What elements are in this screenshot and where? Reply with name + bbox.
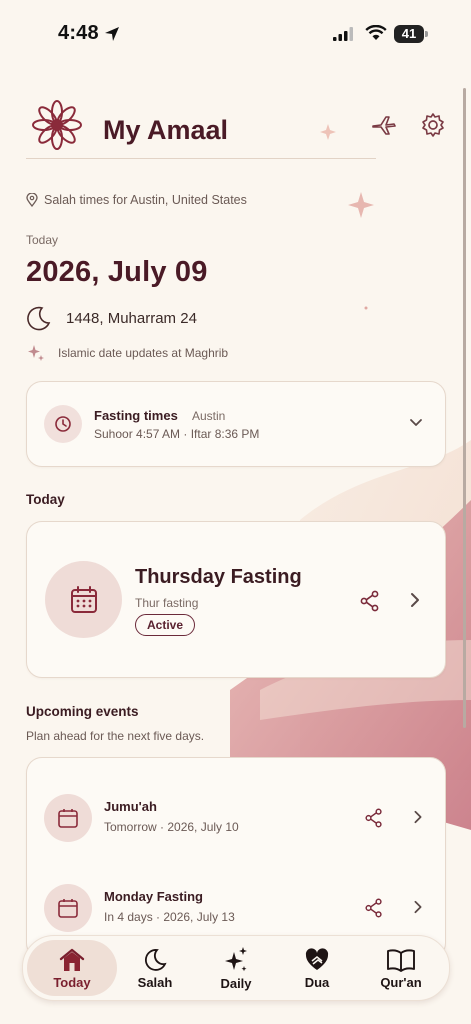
calendar-icon (45, 561, 122, 638)
calendar-icon (44, 884, 92, 932)
location-pin-icon (26, 193, 38, 207)
today-section-heading: Today (26, 492, 65, 507)
maghrib-note: Islamic date updates at Maghrib (58, 346, 229, 360)
fasting-timer-icon (44, 405, 82, 443)
chevron-down-icon[interactable] (409, 416, 423, 430)
cellular-signal-icon (333, 27, 353, 41)
share-icon[interactable] (359, 590, 381, 612)
chevron-right-icon[interactable] (407, 591, 423, 609)
battery-level: 41 (394, 25, 424, 43)
tab-salah[interactable]: Salah (123, 936, 187, 1000)
tab-label: Dua (304, 974, 330, 990)
gregorian-date: 2026, July 09 (26, 256, 208, 288)
upcoming-item-title: Jumu'ah (104, 799, 157, 814)
tab-today[interactable]: Today (27, 940, 117, 996)
scrollbar[interactable] (463, 88, 466, 728)
today-event-title: Thursday Fasting (135, 566, 302, 588)
upcoming-events-heading: Upcoming events (26, 704, 139, 719)
today-label: Today (26, 233, 59, 247)
calendar-icon (44, 794, 92, 842)
app-logo-icon (32, 100, 82, 150)
share-icon[interactable] (364, 898, 384, 918)
wifi-icon (365, 25, 387, 40)
tab-label: Salah (137, 974, 173, 990)
fasting-times-title: Fasting times (94, 408, 178, 423)
upcoming-item-subtitle: Tomorrow · 2026, July 10 (104, 820, 239, 834)
travel-mode-button[interactable] (371, 112, 397, 138)
bottom-tab-bar: Today Salah Daily Dua Qur'an (22, 935, 450, 1001)
tab-dua[interactable]: Dua (285, 936, 349, 1000)
hijri-date-row: 1448, Muharram 24 (26, 305, 197, 331)
upcoming-item-subtitle: In 4 days · 2026, July 13 (104, 910, 235, 924)
chevron-right-icon[interactable] (411, 899, 425, 915)
app-title: My Amaal (103, 115, 229, 145)
tab-label: Qur'an (380, 974, 422, 990)
today-event-card[interactable]: Thursday Fasting Thur fasting Active (26, 521, 446, 678)
sparkle-icon (225, 946, 247, 971)
fasting-times-card[interactable]: Fasting times Austin Suhoor 4:57 AM · If… (26, 381, 446, 467)
battery-indicator: 41 (394, 25, 428, 44)
upcoming-item-title: Monday Fasting (104, 889, 203, 904)
status-bar: 4:48 41 (0, 0, 471, 70)
status-time: 4:48 (58, 22, 99, 44)
share-icon[interactable] (364, 808, 384, 828)
heart-hands-icon (305, 947, 329, 970)
location-row[interactable]: Salah times for Austin, United States (26, 193, 247, 207)
status-badge: Active (135, 614, 196, 636)
chevron-right-icon[interactable] (411, 809, 425, 825)
tab-label: Today (53, 974, 91, 990)
upcoming-events-subtitle: Plan ahead for the next five days. (26, 729, 205, 743)
home-icon (59, 948, 85, 971)
app-header: My Amaal (26, 98, 446, 158)
fasting-city: Austin (192, 409, 226, 423)
upcoming-events-list: Jumu'ah Tomorrow · 2026, July 10 Monday … (26, 757, 446, 959)
header-divider (26, 158, 376, 159)
location-arrow-icon (105, 27, 119, 41)
moon-icon (145, 948, 167, 971)
today-event-subtitle: Thur fasting (135, 596, 199, 610)
list-item[interactable]: Monday Fasting In 4 days · 2026, July 13 (27, 872, 445, 942)
sparkles-icon (28, 345, 44, 361)
fasting-times-value: Suhoor 4:57 AM · Iftar 8:36 PM (94, 427, 260, 441)
maghrib-note-row: Islamic date updates at Maghrib (26, 343, 228, 363)
list-item[interactable]: Jumu'ah Tomorrow · 2026, July 10 (27, 782, 445, 852)
location-text: Salah times for Austin, United States (44, 193, 247, 207)
tab-daily[interactable]: Daily (204, 936, 268, 1000)
crescent-moon-icon (27, 306, 51, 331)
tab-quran[interactable]: Qur'an (367, 936, 435, 1000)
book-icon (387, 948, 415, 972)
hijri-date: 1448, Muharram 24 (66, 309, 197, 327)
tab-label: Daily (220, 975, 252, 991)
settings-gear-icon[interactable] (420, 112, 446, 138)
